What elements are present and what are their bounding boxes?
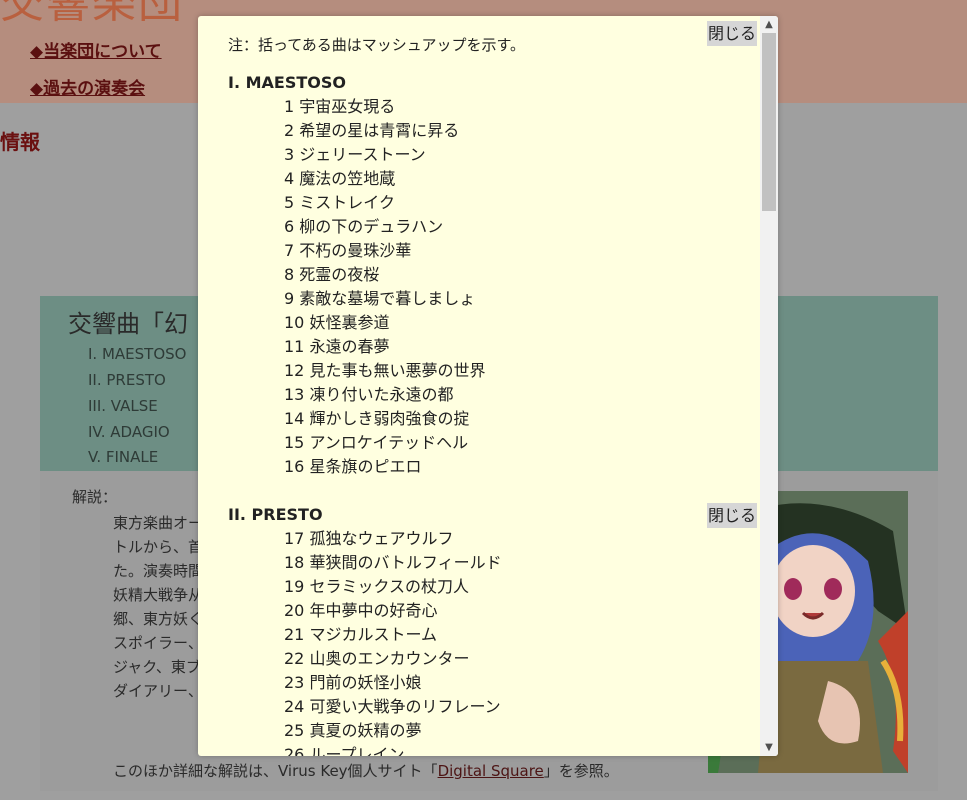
modal-scroll-content: 注：括ってある曲はマッシュアップを示す。 閉じる I. MAESTOSO 1 宇…	[198, 16, 760, 756]
track-item: 5 ミストレイク	[284, 193, 395, 212]
digital-square-link[interactable]: Digital Square	[438, 762, 544, 780]
track-item: 9 素敵な墓場で暮しましょ	[284, 289, 476, 308]
track-item: 26 ループレイン	[284, 745, 405, 756]
track-item: 12 見た事も無い悪夢の世界	[284, 361, 486, 380]
track-item: 18 華狭間のバトルフィールド	[284, 553, 502, 572]
movement-item: V. FINALE	[88, 448, 159, 466]
mashup-note: 注：括ってある曲はマッシュアップを示す。	[228, 36, 526, 54]
track-item: 19 セラミックスの杖刀人	[284, 577, 469, 596]
track-item: 3 ジェリーストーン	[284, 145, 426, 164]
track-item: 1 宇宙巫女現る	[284, 97, 396, 116]
track-item: 6 柳の下のデュラハン	[284, 217, 444, 236]
explanation-line: スポイラー、	[113, 634, 203, 652]
scroll-thumb[interactable]	[762, 33, 776, 211]
track-item: 24 可愛い大戦争のリフレーン	[284, 697, 501, 716]
close-button[interactable]: 閉じる	[707, 21, 757, 46]
movement-item: I. MAESTOSO	[88, 345, 187, 363]
setlist-modal: 注：括ってある曲はマッシュアップを示す。 閉じる I. MAESTOSO 1 宇…	[198, 16, 778, 756]
close-button-presto[interactable]: 閉じる	[707, 503, 757, 528]
section-title-presto: II. PRESTO	[228, 505, 323, 524]
track-item: 2 希望の星は青霄に昇る	[284, 121, 460, 140]
nav-link-past-concerts[interactable]: ◆過去の演奏会	[30, 74, 145, 99]
track-item: 25 真夏の妖精の夢	[284, 721, 422, 740]
footer-prefix: このほか詳細な解説は、Virus Key個人サイト「	[113, 762, 438, 780]
track-item: 22 山奥のエンカウンター	[284, 649, 470, 668]
explanation-line: 郷、東方妖く	[113, 610, 204, 628]
track-item: 8 死霊の夜桜	[284, 265, 380, 284]
nav-link-about[interactable]: ◆当楽団について	[30, 37, 162, 62]
track-item: 16 星条旗のピエロ	[284, 457, 422, 476]
track-item: 13 凍り付いた永遠の都	[284, 385, 454, 404]
site-banner-text: 交響楽団	[0, 0, 184, 28]
modal-scrollbar[interactable]: ▲ ▼	[760, 16, 778, 756]
track-item: 23 門前の妖怪小娘	[284, 673, 422, 692]
movement-item: III. VALSE	[88, 397, 158, 415]
explanation-label: 解説：	[72, 488, 118, 506]
scroll-down-arrow-icon[interactable]: ▼	[760, 739, 778, 756]
track-item: 4 魔法の笠地蔵	[284, 169, 396, 188]
section-title: 情報	[0, 130, 40, 154]
footer-suffix: 」を参照。	[543, 762, 619, 780]
track-item: 21 マジカルストーム	[284, 625, 437, 644]
movement-item: II. PRESTO	[88, 371, 166, 389]
program-title: 交響曲「幻	[68, 310, 188, 338]
explanation-line: た。演奏時間	[113, 562, 204, 580]
section-title-maestoso: I. MAESTOSO	[228, 73, 346, 92]
track-item: 11 永遠の春夢	[284, 337, 390, 356]
track-item: 10 妖怪裏参道	[284, 313, 390, 332]
track-item: 7 不朽の曼珠沙華	[284, 241, 412, 260]
track-item: 14 輝かしき弱肉強食の掟	[284, 409, 470, 428]
explanation-line: 東方楽曲オー	[113, 514, 204, 532]
track-item: 20 年中夢中の好奇心	[284, 601, 438, 620]
movement-item: IV. ADAGIO	[88, 423, 170, 441]
explanation-line: ジャク、東ブ	[113, 658, 201, 676]
footer-note: このほか詳細な解説は、Virus Key個人サイト「Digital Square…	[113, 760, 619, 781]
scroll-up-arrow-icon[interactable]: ▲	[760, 16, 778, 33]
explanation-line: トルから、首	[113, 538, 204, 556]
track-item: 17 孤独なウェアウルフ	[284, 529, 454, 548]
explanation-line: ダイアリー、	[113, 682, 203, 700]
track-item: 15 アンロケイテッドヘル	[284, 433, 469, 452]
explanation-line: 妖精大戦争从	[113, 586, 204, 604]
